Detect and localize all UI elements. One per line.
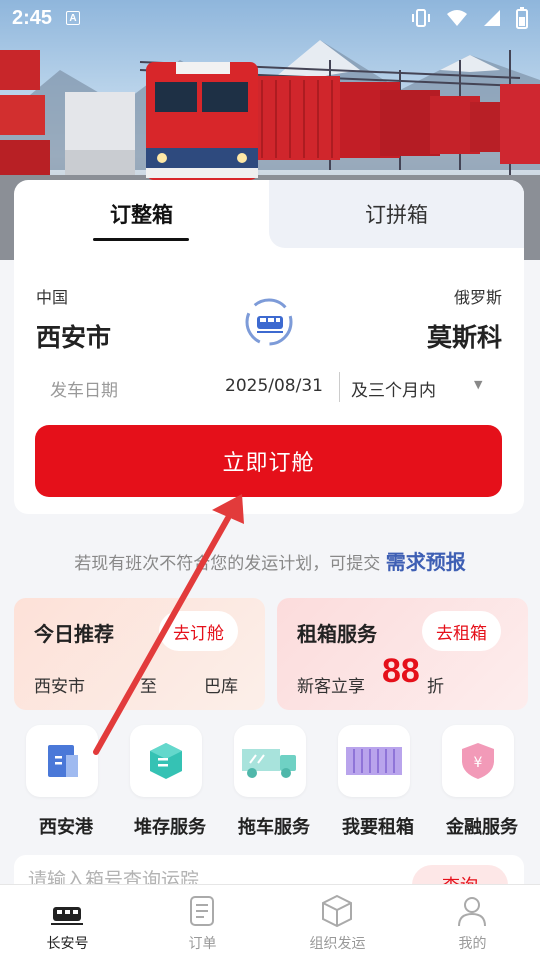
service-finance[interactable]: ¥ 金融服务 [430, 725, 534, 840]
nav-organize-shipment[interactable]: 组织发运 [270, 885, 405, 960]
svg-text:¥: ¥ [474, 755, 483, 771]
discount-prefix: 新客立享 [297, 677, 365, 697]
tab-lcl-container[interactable]: 订拼箱 [269, 180, 524, 248]
status-time: 2:45 [12, 6, 53, 29]
nav-label: 订单 [188, 936, 217, 952]
book-now-button[interactable]: 立即订舱 [35, 425, 502, 497]
wifi-icon [447, 10, 467, 26]
service-rent-container[interactable]: 我要租箱 [326, 725, 430, 840]
train-icon [51, 907, 83, 925]
departure-date-label: 发车日期 [50, 381, 118, 401]
building-icon [26, 725, 98, 797]
discount-suffix: 折 [427, 677, 444, 697]
departure-date-picker[interactable]: 2025/08/31 [225, 376, 323, 396]
demand-hint-text: 若现有班次不符合您的发运计划，可提交 [74, 554, 386, 574]
status-bar: 2:45 A [0, 0, 540, 36]
user-icon [458, 897, 486, 927]
container-icon [338, 725, 410, 797]
demand-hint: 若现有班次不符合您的发运计划，可提交 需求预报 [0, 546, 540, 575]
nav-label: 组织发运 [309, 936, 366, 952]
battery-icon [516, 7, 528, 29]
promo-today-title: 今日推荐 [34, 622, 114, 646]
nav-changan[interactable]: 长安号 [0, 885, 135, 960]
promo-rent-title: 租箱服务 [297, 622, 377, 646]
service-xian-port[interactable]: 西安港 [14, 725, 118, 840]
cube-icon [322, 894, 352, 928]
order-icon [190, 896, 214, 926]
status-icons [410, 7, 528, 29]
stack-icon [130, 725, 202, 797]
origin-country: 中国 [36, 288, 69, 307]
destination-city-selector[interactable]: 莫斯科 [427, 318, 502, 354]
booking-card: 订整箱 订拼箱 中国 俄罗斯 西安市 莫斯科 发车日期 2025/08/31 及… [14, 180, 524, 514]
nav-label: 长安号 [46, 936, 89, 952]
booking-tabs: 订整箱 订拼箱 [14, 180, 524, 248]
active-tab-underline [93, 238, 189, 241]
notification-indicator: A [66, 11, 81, 25]
service-trucking[interactable]: 拖车服务 [222, 725, 326, 840]
nav-label: 我的 [458, 936, 487, 952]
promo-rent-card[interactable]: 租箱服务 去租箱 新客立享 88 折 [277, 598, 528, 710]
swap-route-icon[interactable] [245, 298, 293, 346]
go-rent-button[interactable]: 去租箱 [422, 611, 501, 651]
chevron-down-icon[interactable]: ▼ [474, 378, 482, 391]
service-label: 金融服务 [446, 817, 518, 838]
nav-profile[interactable]: 我的 [405, 885, 540, 960]
truck-icon [234, 725, 306, 797]
vibrate-icon [412, 9, 430, 27]
go-book-button[interactable]: 去订舱 [159, 611, 238, 651]
demand-forecast-link[interactable]: 需求预报 [386, 550, 466, 574]
promo-route-origin: 西安市 [34, 677, 85, 697]
bottom-navigation: 长安号 订单 组织发运 我的 [0, 884, 540, 960]
service-storage[interactable]: 堆存服务 [118, 725, 222, 840]
origin-city-selector[interactable]: 西安市 [36, 318, 111, 354]
nav-orders[interactable]: 订单 [135, 885, 270, 960]
destination-country: 俄罗斯 [453, 288, 502, 307]
promo-route-separator: 至 [140, 677, 157, 697]
date-range-selector[interactable]: 及三个月内 [351, 376, 436, 401]
date-divider [339, 372, 340, 402]
promo-today-card[interactable]: 今日推荐 去订舱 西安市 至 巴库 [14, 598, 265, 710]
promo-route-destination: 巴库 [204, 677, 238, 697]
discount-number: 88 [382, 652, 420, 690]
yuan-shield-icon: ¥ [442, 725, 514, 797]
signal-icon [484, 10, 500, 26]
